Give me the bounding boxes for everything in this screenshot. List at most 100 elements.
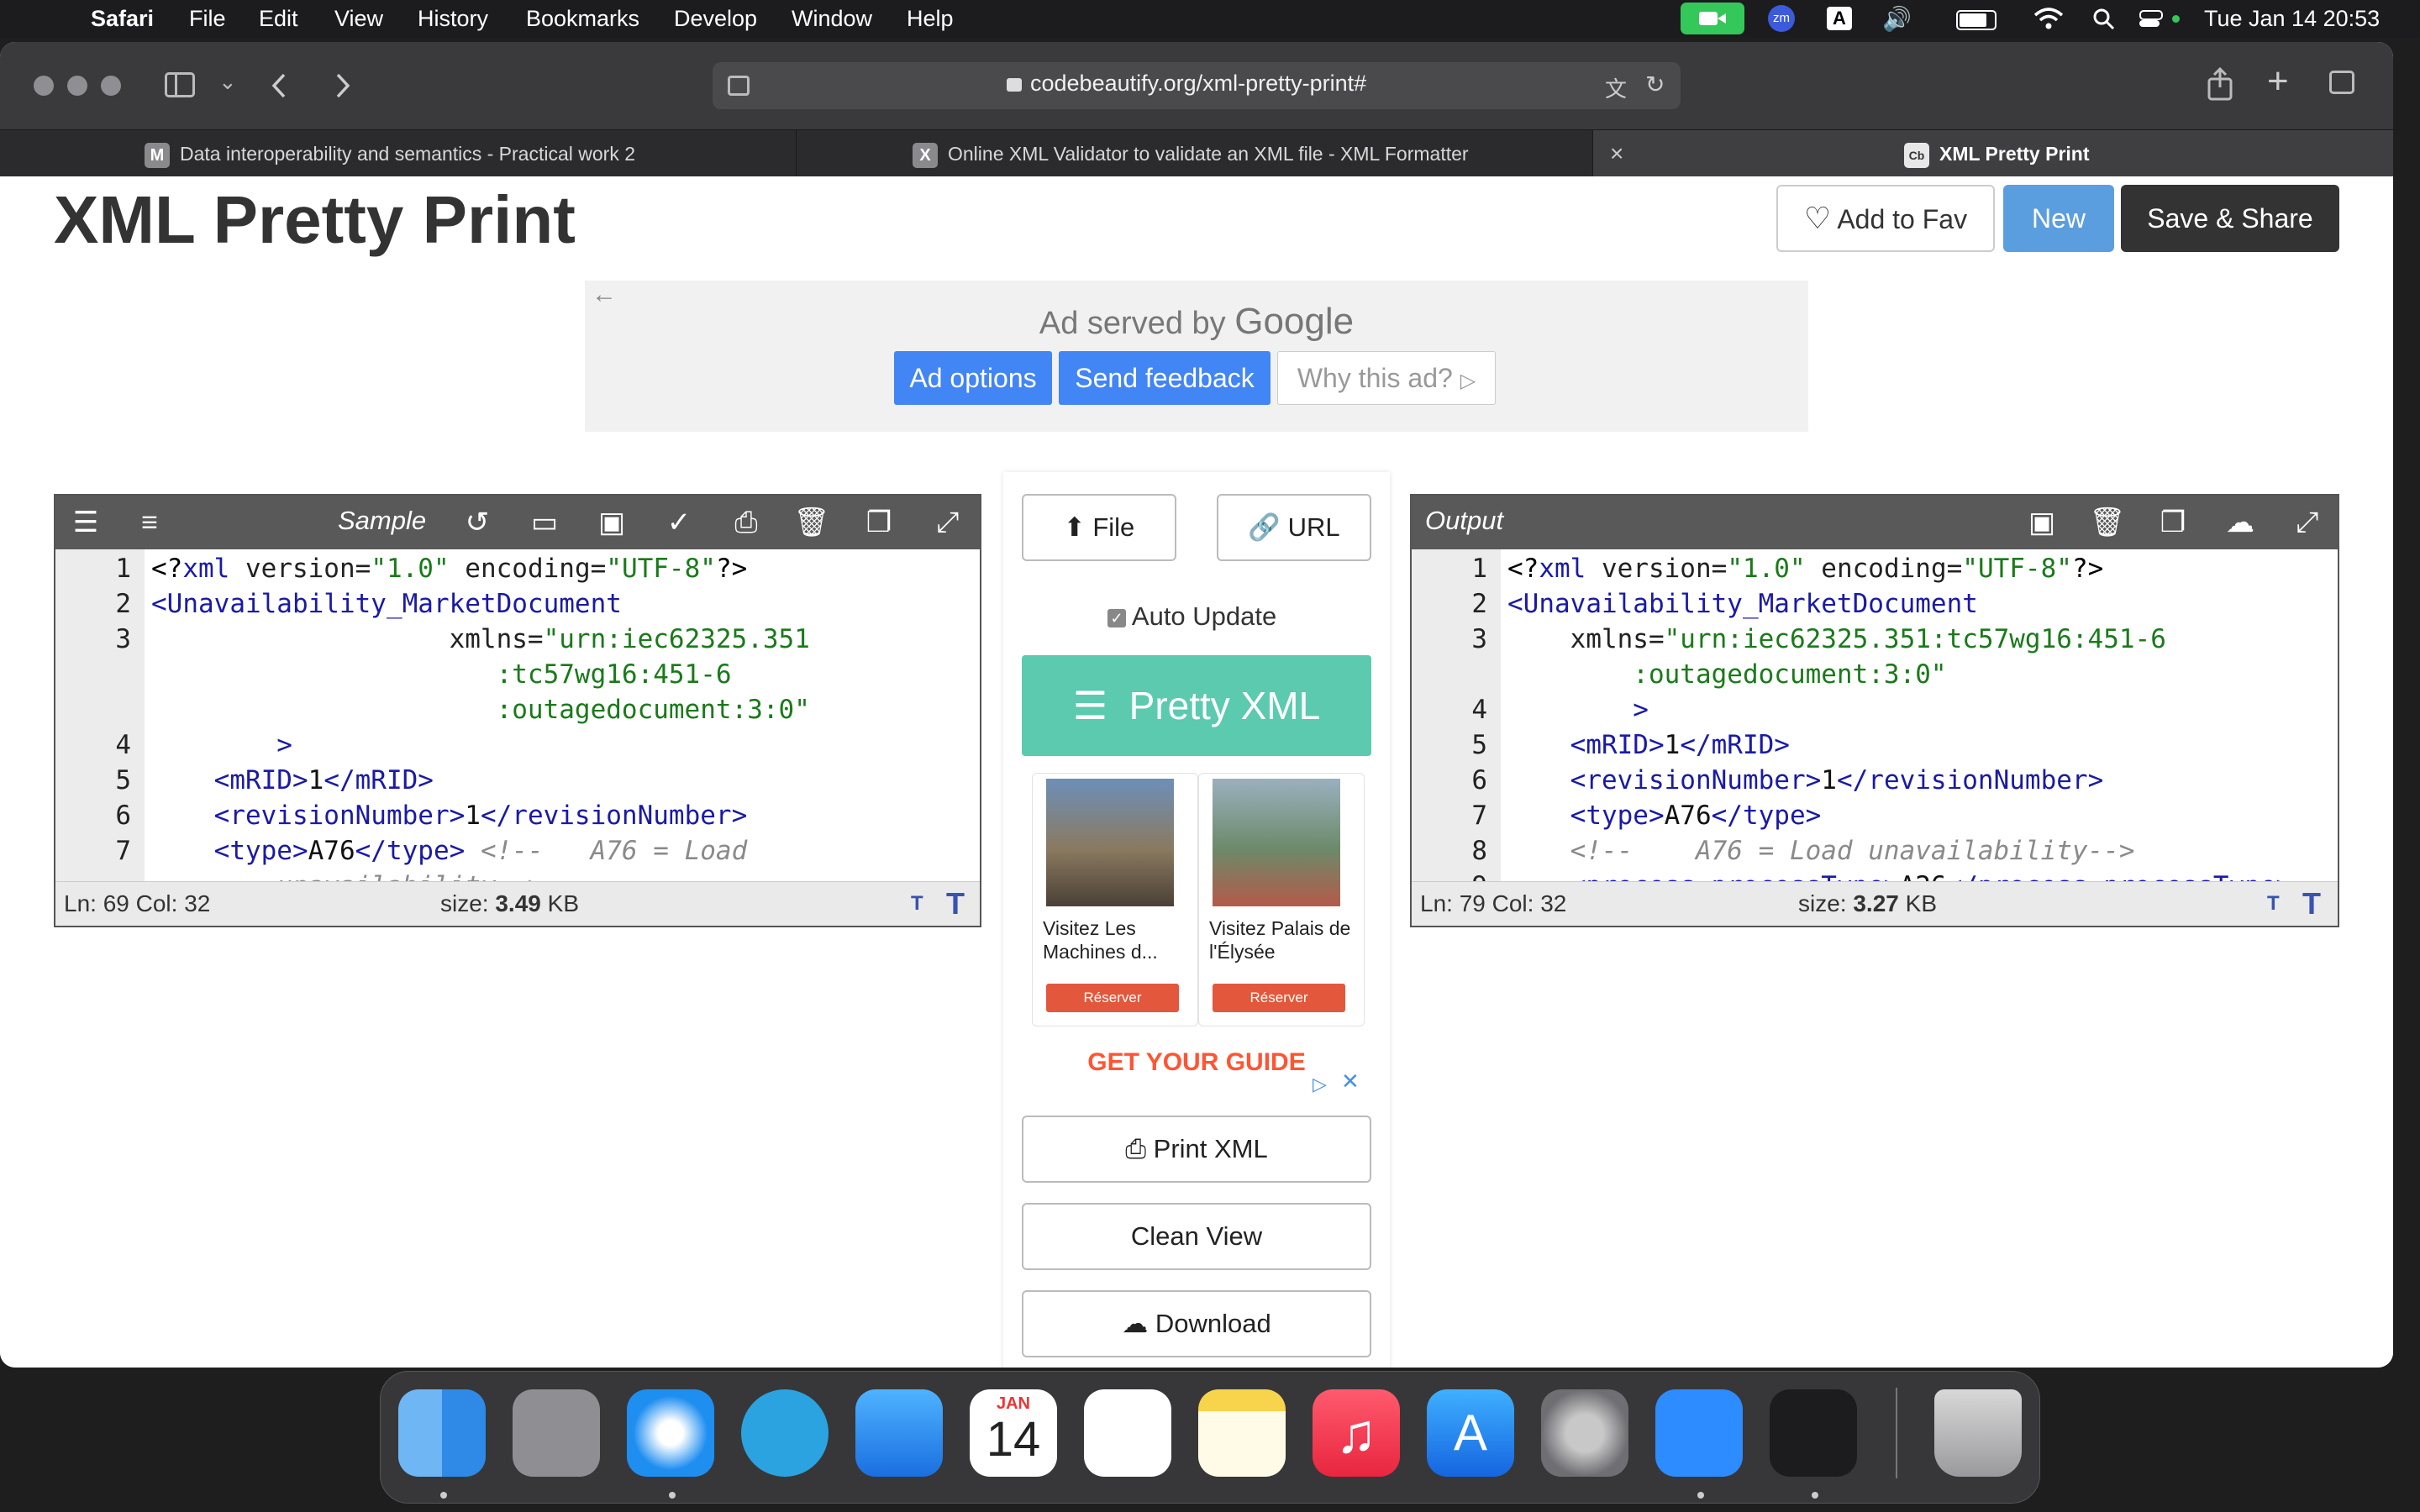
finder-icon[interactable] [398,1389,486,1477]
mail-icon[interactable] [855,1389,943,1477]
open-folder-icon[interactable]: ▭ [526,504,563,541]
indent-icon[interactable]: ☰ [67,504,104,541]
input-code-area[interactable]: 1 <?xml version="1.0" encoding="UTF-8"?> 2… [55,549,980,882]
window-close-button[interactable] [34,76,54,96]
menu-bookmarks[interactable]: Bookmarks [526,6,639,32]
tab-group-chevron-icon[interactable]: ⌄ [218,69,237,95]
menu-file[interactable]: File [189,6,226,32]
tab-overview-icon[interactable] [2329,71,2354,94]
tab-xml-validator[interactable]: X Online XML Validator to validate an XML… [797,130,1593,177]
font-decrease-icon[interactable]: T [911,882,923,926]
print-icon[interactable]: ⎙ [728,504,765,541]
tab-practical-work[interactable]: M Data interoperability and semantics - P… [0,130,797,177]
volume-icon[interactable]: 🔊 [1882,5,1912,33]
output-label: Output [1425,506,1504,535]
menu-view[interactable]: View [334,6,383,32]
menu-help[interactable]: Help [907,6,954,32]
notes-icon[interactable] [1198,1389,1286,1477]
history-icon[interactable]: ↺ [459,504,496,541]
reserve-button[interactable]: Réserver [1046,984,1179,1012]
sample-button[interactable]: Sample [338,506,426,536]
trash-icon[interactable]: 🗑 [793,504,830,541]
code-line: <type>A76</type> [1507,798,1822,833]
download-button[interactable]: ☁ Download [1022,1290,1371,1357]
ad-options-button[interactable]: Ad options [894,351,1052,405]
unity-icon[interactable] [1770,1389,1857,1477]
input-source-icon[interactable]: A [1827,7,1852,30]
back-icon[interactable] [269,72,289,99]
reload-icon[interactable]: ↻ [1645,71,1665,98]
auto-update-toggle[interactable]: ✓ Auto Update [1107,601,1276,632]
wifi-icon[interactable] [2033,7,2064,30]
format-lines-icon[interactable]: ≡ [131,504,168,541]
zoom-icon[interactable] [1655,1389,1743,1477]
send-feedback-button[interactable]: Send feedback [1059,351,1270,405]
menu-develop[interactable]: Develop [674,6,757,32]
fullscreen-icon[interactable]: ⤢ [2289,504,2326,541]
window-zoom-button[interactable] [101,76,121,96]
getyourguide-logo[interactable]: GET YOUR GUIDE [1003,1048,1390,1077]
page-title: XML Pretty Print [54,182,576,257]
system-settings-icon[interactable] [1541,1389,1628,1477]
ad-card-elysee[interactable]: Visitez Palais de l'Élysée Réserver [1198,773,1365,1026]
input-editor: ☰ ≡ Sample ↺ ▭ ▣ ✓ ⎙ 🗑 ❐ ⤢ 1 <?xml versio… [54,494,981,927]
forward-icon[interactable] [333,72,353,99]
music-icon[interactable]: ♫ [1313,1389,1400,1477]
font-increase-icon[interactable]: T [946,882,965,926]
tab-xml-pretty-print[interactable]: × Cb XML Pretty Print [1593,130,2393,177]
control-center-icon[interactable] [2139,8,2163,29]
facetime-video-icon[interactable] [1681,3,1744,34]
battery-icon[interactable] [1956,10,1996,30]
print-xml-button[interactable]: ⎙ Print XML [1022,1116,1371,1183]
copy-icon[interactable]: ❐ [2154,504,2191,541]
menu-edit[interactable]: Edit [259,6,298,32]
reserve-button[interactable]: Réserver [1213,984,1345,1012]
spotlight-search-icon[interactable] [2092,8,2116,31]
adchoices-icon[interactable]: ▷ [1313,1074,1327,1095]
tab-close-icon[interactable]: × [1610,130,1623,177]
code-token: ?> [715,554,748,584]
app-store-icon[interactable]: A [1427,1389,1514,1477]
pretty-xml-button[interactable]: ☰ Pretty XML [1022,655,1371,756]
menu-app-name[interactable]: Safari [91,6,154,32]
fullscreen-icon[interactable]: ⤢ [929,504,966,541]
trash-icon[interactable] [1934,1389,2022,1477]
new-tab-icon[interactable]: + [2267,60,2289,102]
save-icon[interactable]: ▣ [2023,504,2060,541]
menu-history[interactable]: History [418,6,488,32]
safari-window: ⌄ codebeautify.org/xml-pretty-print# 文 ↻… [0,42,2393,1368]
reader-icon[interactable] [728,76,750,96]
checkbox-checked-icon[interactable]: ✓ [1107,608,1126,627]
font-increase-icon[interactable]: T [2302,882,2321,926]
menu-window[interactable]: Window [792,6,872,32]
launchpad-icon[interactable] [513,1389,600,1477]
save-share-button[interactable]: Save & Share [2121,185,2339,252]
reminders-icon[interactable] [1084,1389,1171,1477]
calendar-icon[interactable]: JAN 14 [970,1389,1057,1477]
share-icon[interactable] [2207,67,2233,101]
menubar-datetime[interactable]: Tue Jan 14 20:53 [2204,6,2380,32]
new-button[interactable]: New [2003,185,2114,252]
font-decrease-icon[interactable]: T [2267,882,2280,926]
trash-icon[interactable]: 🗑 [2089,504,2126,541]
save-icon[interactable]: ▣ [593,504,630,541]
output-code-area[interactable]: 1 <?xml version="1.0" encoding="UTF-8"?> 2… [1412,549,2338,882]
validate-check-icon[interactable]: ✓ [660,504,697,541]
safari-icon[interactable] [627,1389,714,1477]
ad-close-icon[interactable]: ✕ [1341,1068,1360,1095]
cloud-download-icon[interactable]: ☁ [2222,504,2259,541]
ad-card-machines[interactable]: Visitez Les Machines d... Réserver [1032,773,1198,1026]
sidebar-toggle-icon[interactable] [165,72,195,97]
copy-icon[interactable]: ❐ [860,504,897,541]
telegram-icon[interactable] [741,1389,829,1477]
file-upload-button[interactable]: ⬆ File [1022,494,1176,561]
window-minimize-button[interactable] [67,76,87,96]
add-to-fav-button[interactable]: ♡ Add to Fav [1776,185,1995,252]
address-bar[interactable]: codebeautify.org/xml-pretty-print# 文 ↻ [713,62,1681,109]
url-load-button[interactable]: 🔗 URL [1217,494,1371,561]
translate-icon[interactable]: 文 [1605,72,1627,103]
clean-view-button[interactable]: Clean View [1022,1203,1371,1270]
why-this-ad-button[interactable]: Why this ad? ▷ [1277,351,1496,405]
zoom-app-icon[interactable]: zm [1768,5,1795,32]
code-token: xmlns= [1507,624,1665,654]
